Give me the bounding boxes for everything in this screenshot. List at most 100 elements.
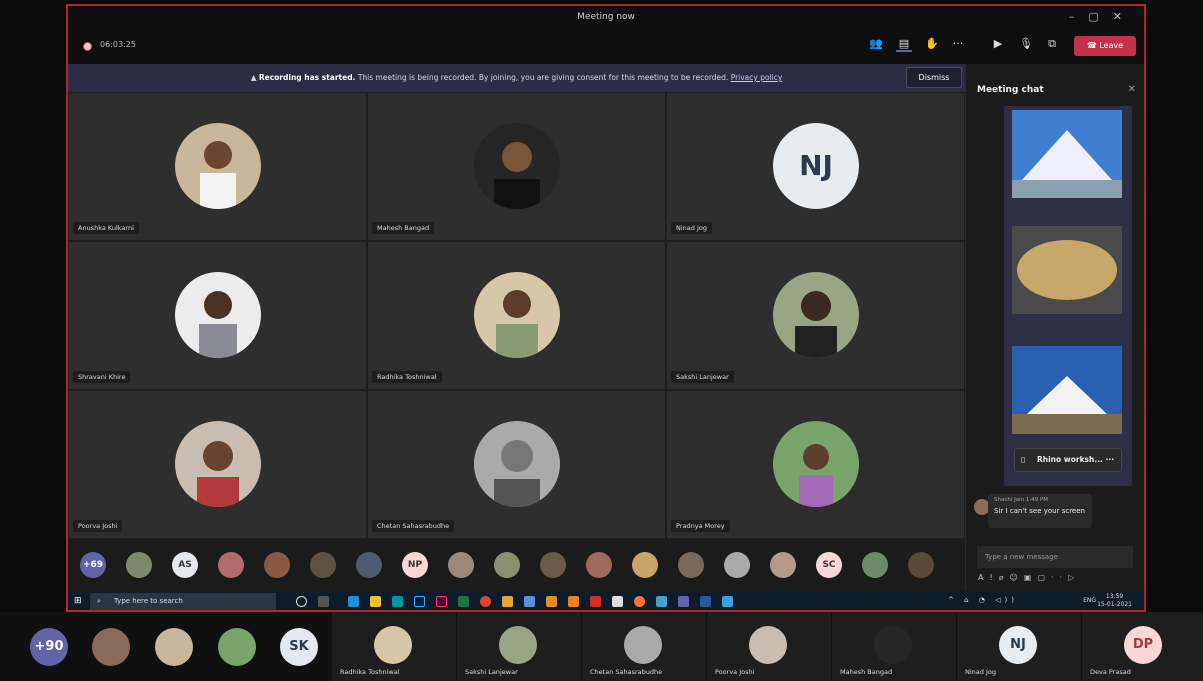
message-time: 1:49 PM [1025, 497, 1049, 503]
strip-avatar[interactable] [264, 552, 290, 578]
strip-avatar-initials[interactable]: SC [816, 552, 842, 578]
bottom-avatar-initials[interactable]: SK [280, 628, 318, 666]
more-participants-count[interactable]: +90 [30, 628, 68, 666]
recording-banner: ▲ Recording has started. This meeting is… [68, 64, 965, 92]
dismiss-button[interactable]: Dismiss [906, 67, 962, 88]
taskbar-search[interactable]: ⌕ Type here to search [90, 593, 276, 610]
more-icon[interactable]: ·· [1051, 573, 1068, 582]
strip-avatar[interactable] [356, 552, 382, 578]
camera-off-icon[interactable]: ▶ [990, 37, 1006, 50]
warning-icon: ▲ [250, 73, 259, 82]
close-icon[interactable]: ✕ [1128, 84, 1136, 95]
participant-tile[interactable]: Shravani Khire [69, 242, 366, 389]
photoshop-icon[interactable] [414, 596, 425, 607]
strip-avatar[interactable] [218, 552, 244, 578]
strip-avatar[interactable] [448, 552, 474, 578]
participant-name: Chetan Sahasrabudhe [590, 668, 663, 676]
strip-avatar[interactable] [540, 552, 566, 578]
shared-image[interactable] [1012, 110, 1122, 198]
strip-avatar[interactable] [862, 552, 888, 578]
indesign-icon[interactable] [436, 596, 447, 607]
vlc-icon[interactable] [568, 596, 579, 607]
avatar [749, 626, 787, 664]
strip-avatar[interactable] [724, 552, 750, 578]
input-language[interactable]: ENG [1083, 597, 1096, 604]
bottom-participant-tile[interactable]: NJ Ninad Jog [957, 612, 1081, 681]
participant-name: Mahesh Bangad [840, 668, 893, 676]
banner-text: This meeting is being recorded. By joini… [357, 73, 729, 82]
word-icon[interactable] [700, 596, 711, 607]
teams-icon[interactable] [678, 596, 689, 607]
strip-avatar-initials[interactable]: AS [172, 552, 198, 578]
chat-icon[interactable]: ▤ [896, 37, 912, 52]
bottom-participant-tile[interactable]: Sakshi Lanjewar [457, 612, 581, 681]
bottom-participant-tile[interactable]: Poorva Joshi [707, 612, 831, 681]
format-icon[interactable]: A [978, 573, 989, 582]
windows-start-icon[interactable]: ⊞ [74, 596, 82, 606]
bottom-avatar[interactable] [92, 628, 130, 666]
more-actions-icon[interactable]: ··· [950, 37, 966, 50]
app-icon[interactable] [612, 596, 623, 607]
raise-hand-icon[interactable]: ✋ [924, 37, 940, 50]
more-participants-count[interactable]: +69 [80, 552, 106, 578]
app-icon[interactable] [656, 596, 667, 607]
file-attachment[interactable]: ▯ Rhino worksh... ··· [1014, 448, 1122, 472]
more-options-icon[interactable]: ··· [1106, 455, 1115, 464]
participant-tile[interactable]: NJ Ninad Jog [667, 93, 964, 240]
participant-tile[interactable]: Anushka Kulkarni [69, 93, 366, 240]
send-icon[interactable]: ▷ [1068, 573, 1080, 582]
important-icon[interactable]: ! [989, 573, 998, 582]
bottom-participant-tile[interactable]: DP Deva Prasad [1082, 612, 1203, 681]
window-controls[interactable]: –▢✕ [1069, 6, 1136, 28]
privacy-policy-link[interactable]: Privacy policy [731, 73, 783, 82]
firefox-icon[interactable] [634, 596, 645, 607]
participant-tile[interactable]: Poorva Joshi [69, 391, 366, 538]
strip-avatar[interactable] [678, 552, 704, 578]
cortana-icon[interactable] [296, 596, 307, 607]
compose-input[interactable]: Type a new message [977, 546, 1133, 568]
chrome-icon[interactable] [480, 596, 491, 607]
attach-icon[interactable]: ⌀ [999, 573, 1010, 582]
participant-tile[interactable]: Radhika Toshniwal [368, 242, 665, 389]
shared-image[interactable] [1012, 226, 1122, 314]
participant-tile[interactable]: Pradnya Morey [667, 391, 964, 538]
phone-icon: ☎ [1086, 41, 1100, 50]
taskbar-clock[interactable]: 13:59 15-01-2021 [1097, 593, 1132, 609]
edge-icon[interactable] [348, 596, 359, 607]
participant-tile[interactable]: Mahesh Bangad [368, 93, 665, 240]
bottom-participant-tile[interactable]: Radhika Toshniwal [332, 612, 456, 681]
strip-avatar-initials[interactable]: NP [402, 552, 428, 578]
system-tray-icons[interactable]: ^ ⌂ ◔ ◁)) [948, 596, 1018, 604]
participants-icon[interactable]: 👥 [868, 37, 884, 50]
bottom-avatar[interactable] [155, 628, 193, 666]
app-icon[interactable] [722, 596, 733, 607]
avatar [773, 421, 859, 507]
mic-icon[interactable]: 🎙 [1018, 37, 1034, 50]
bottom-avatar[interactable] [218, 628, 256, 666]
strip-avatar[interactable] [586, 552, 612, 578]
strip-avatar[interactable] [494, 552, 520, 578]
gif-icon[interactable]: ▣ [1024, 573, 1038, 582]
share-screen-icon[interactable]: ⧉ [1044, 37, 1060, 51]
strip-avatar[interactable] [770, 552, 796, 578]
project-icon[interactable] [458, 596, 469, 607]
strip-avatar[interactable] [632, 552, 658, 578]
participant-tile[interactable]: Chetan Sahasrabudhe [368, 391, 665, 538]
task-view-icon[interactable] [318, 596, 329, 607]
shared-image[interactable] [1012, 346, 1122, 434]
leave-button[interactable]: ☎ Leave [1074, 36, 1136, 56]
sticker-icon[interactable]: ▢ [1037, 573, 1051, 582]
strip-avatar[interactable] [126, 552, 152, 578]
arduino-icon[interactable] [392, 596, 403, 607]
app-icon[interactable] [502, 596, 513, 607]
file-explorer-icon[interactable] [370, 596, 381, 607]
blender-icon[interactable] [546, 596, 557, 607]
acrobat-icon[interactable] [590, 596, 601, 607]
bottom-participant-tile[interactable]: Chetan Sahasrabudhe [582, 612, 706, 681]
emoji-icon[interactable]: ☺ [1010, 573, 1024, 582]
app-icon[interactable] [524, 596, 535, 607]
bottom-participant-tile[interactable]: Mahesh Bangad [832, 612, 956, 681]
strip-avatar[interactable] [908, 552, 934, 578]
participant-tile[interactable]: Sakshi Lanjewar [667, 242, 964, 389]
strip-avatar[interactable] [310, 552, 336, 578]
